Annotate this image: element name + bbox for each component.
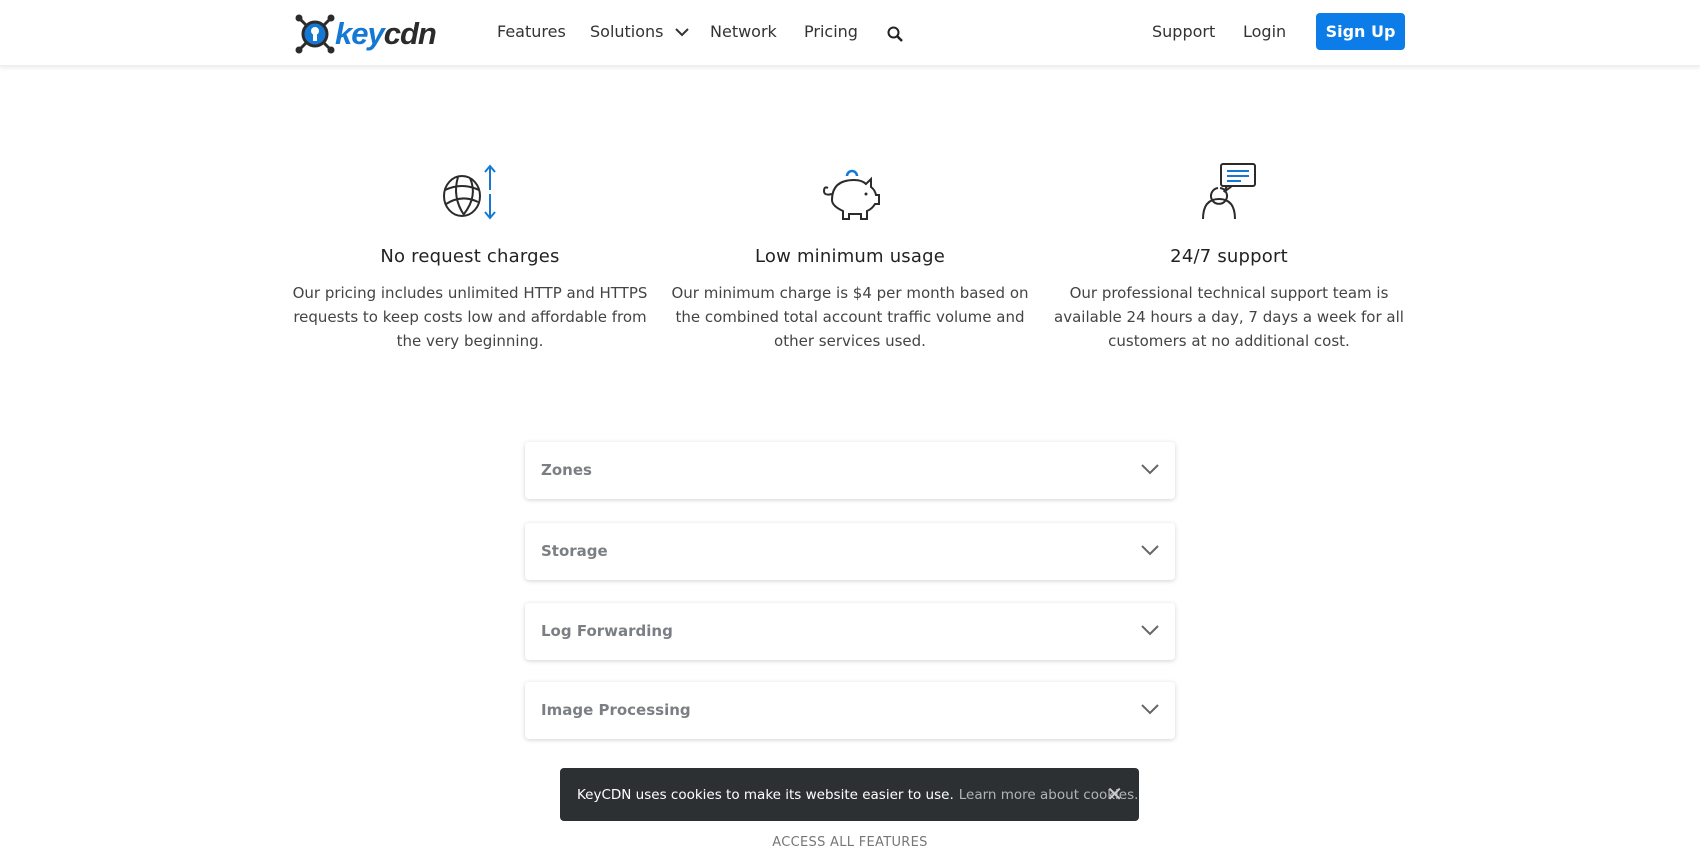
chevron-down-icon — [1141, 545, 1159, 556]
nav-network[interactable]: Network — [710, 22, 777, 41]
close-icon[interactable]: ✕ — [1106, 782, 1123, 806]
search-icon[interactable] — [887, 26, 903, 42]
globe-transfer-icon — [443, 164, 496, 220]
access-all-features-link[interactable]: ACCESS ALL FEATURES — [0, 835, 1700, 850]
feature-title: No request charges — [380, 246, 560, 267]
chevron-down-icon — [1141, 704, 1159, 715]
sign-up-button[interactable]: Sign Up — [1316, 13, 1405, 50]
feature-no-request-charges: No request charges Our pricing includes … — [290, 160, 650, 353]
cookie-banner: KeyCDN uses cookies to make its website … — [560, 768, 1139, 821]
nav-support[interactable]: Support — [1152, 22, 1215, 41]
chevron-down-icon — [674, 28, 689, 37]
feature-text: Our professional technical support team … — [1054, 284, 1404, 350]
nav-features[interactable]: Features — [497, 22, 566, 41]
feature-low-minimum-usage: Low minimum usage Our minimum charge is … — [670, 160, 1030, 353]
keycdn-logo[interactable]: keycdn — [295, 12, 437, 56]
cookie-text: KeyCDN uses cookies to make its website … — [577, 786, 954, 803]
support-person-icon — [1202, 163, 1256, 220]
piggy-bank-icon — [822, 169, 880, 220]
accordion-image-processing[interactable]: Image Processing — [525, 682, 1175, 739]
accordion-zones[interactable]: Zones — [525, 442, 1175, 499]
feature-24-7-support: 24/7 support Our professional technical … — [1049, 160, 1409, 353]
accordion-log-forwarding[interactable]: Log Forwarding — [525, 603, 1175, 660]
nav-solutions[interactable]: Solutions — [590, 22, 689, 41]
accordion-storage[interactable]: Storage — [525, 523, 1175, 580]
logo-key-icon — [295, 14, 335, 54]
header: keycdn Features Solutions Network Pricin… — [0, 0, 1700, 66]
feature-title: Low minimum usage — [754, 246, 946, 267]
nav-login[interactable]: Login — [1243, 22, 1286, 41]
chevron-down-icon — [1141, 464, 1159, 475]
feature-title: 24/7 support — [1170, 246, 1288, 267]
feature-text: Our minimum charge is $4 per month based… — [671, 284, 1029, 350]
chevron-down-icon — [1141, 625, 1159, 636]
nav-pricing[interactable]: Pricing — [804, 22, 858, 41]
feature-text: Our pricing includes unlimited HTTP and … — [292, 284, 648, 350]
